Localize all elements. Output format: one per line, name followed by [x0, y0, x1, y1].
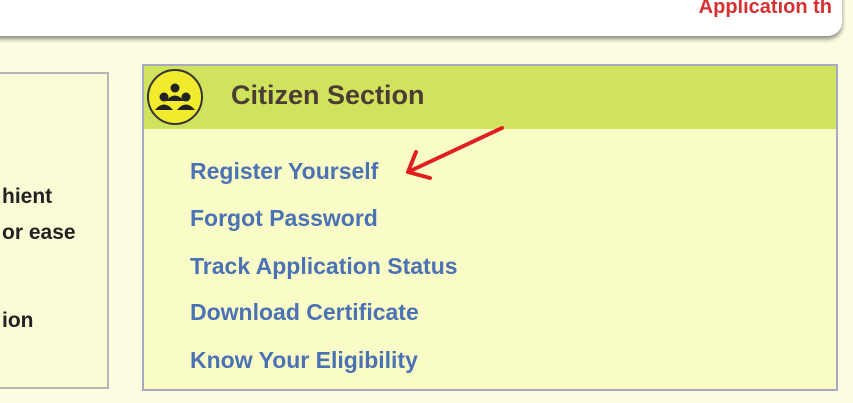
left-panel-text-line: or ease: [2, 221, 76, 244]
register-yourself-link[interactable]: Register Yourself: [190, 158, 378, 185]
download-certificate-link[interactable]: Download Certificate: [190, 299, 419, 326]
know-your-eligibility-link[interactable]: Know Your Eligibility: [190, 347, 418, 374]
left-info-panel: hient or ease ion: [0, 72, 109, 389]
citizens-group-icon: [147, 69, 203, 125]
forgot-password-link[interactable]: Forgot Password: [190, 205, 378, 232]
track-application-status-link[interactable]: Track Application Status: [190, 253, 458, 280]
left-panel-text-line: hient: [2, 185, 53, 208]
banner-text: Application th: [698, 0, 832, 18]
citizen-section-header: Citizen Section: [144, 66, 836, 129]
red-arrow-annotation: [406, 126, 504, 180]
citizen-section-panel: Citizen Section Register Yourself Forgot…: [142, 64, 838, 391]
left-panel-text-line: ion: [2, 309, 34, 332]
citizen-section-title: Citizen Section: [231, 80, 425, 110]
top-banner: Application th: [0, 0, 842, 36]
